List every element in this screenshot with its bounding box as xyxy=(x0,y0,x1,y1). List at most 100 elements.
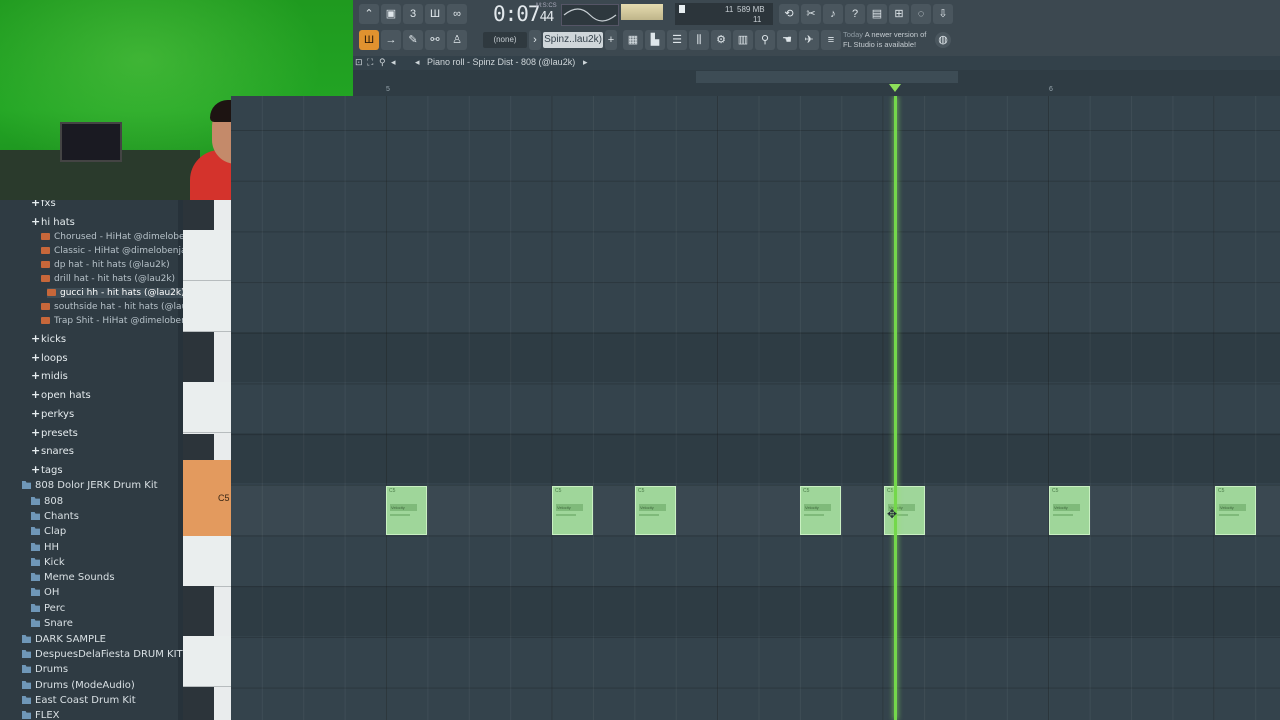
browser-item[interactable]: +hi hats xyxy=(31,215,75,228)
browser-item[interactable]: southside hat - hit hats (@lau2k) xyxy=(41,302,183,312)
note[interactable]: C5 Velocity xyxy=(552,486,593,535)
touch-keyboard-icon[interactable]: ☚ xyxy=(777,30,797,50)
browser-item[interactable]: DARK SAMPLE xyxy=(22,634,106,645)
piano-key[interactable] xyxy=(183,636,231,687)
draw-icon[interactable]: ✎ xyxy=(403,30,423,50)
channel-settings-icon[interactable]: ⚙ xyxy=(711,30,731,50)
undo-icon[interactable]: ⟲ xyxy=(779,4,799,24)
browser-item[interactable]: 808 xyxy=(31,496,63,507)
pattern-selector[interactable]: (none) xyxy=(483,32,527,48)
mixer-icon[interactable]: ⊞ xyxy=(889,4,909,24)
browser-item-label: OH xyxy=(44,587,60,598)
audio-file-icon xyxy=(41,317,50,324)
download-icon[interactable]: ⇩ xyxy=(933,4,953,24)
chat-icon[interactable]: ◌ xyxy=(911,4,931,24)
add-pattern-icon[interactable]: + xyxy=(605,30,617,50)
zoom-icon[interactable]: ⚲ xyxy=(379,57,386,68)
piano-roll-grid[interactable]: C5 Velocity C5 Velocity C5 Velocity C5 Velocity… xyxy=(231,96,1280,720)
piano-key[interactable] xyxy=(183,281,231,332)
note[interactable]: C5 Velocity xyxy=(635,486,676,535)
browser-item[interactable]: gucci hh - hit hats (@lau2k) xyxy=(47,288,183,298)
browser-item[interactable]: Clap xyxy=(31,526,66,537)
help-icon[interactable]: ? xyxy=(845,4,865,24)
browser-item[interactable]: +fxs xyxy=(31,200,56,209)
step-edit-icon[interactable]: ▣ xyxy=(381,4,401,24)
globe-icon[interactable]: ◍ xyxy=(935,32,951,48)
master-volume-meter[interactable] xyxy=(621,4,663,20)
loop-record-icon[interactable]: ∞ xyxy=(447,4,467,24)
cut-icon[interactable]: ✂ xyxy=(801,4,821,24)
browser-item[interactable]: +open hats xyxy=(31,388,91,401)
note-bar xyxy=(556,514,576,516)
browser-item[interactable]: +presets xyxy=(31,426,78,439)
arrow-left-icon[interactable]: ◂ xyxy=(415,57,420,68)
browser-item[interactable]: 808 Dolor JERK Drum Kit xyxy=(22,480,158,491)
speaker-icon[interactable]: ◂ xyxy=(391,57,396,68)
note[interactable]: C5 Velocity xyxy=(800,486,841,535)
news-icon[interactable]: ≡ xyxy=(821,30,841,50)
expand-icon[interactable]: ⛶ xyxy=(367,57,373,68)
browser-item[interactable]: Classic - HiHat @dimelobenjaa xyxy=(41,246,183,256)
link-icon[interactable]: ⚯ xyxy=(425,30,445,50)
browser-item[interactable]: FLEX xyxy=(22,710,60,720)
blend-notes-icon[interactable]: Ш xyxy=(425,4,445,24)
microphone-icon[interactable]: ♪ xyxy=(823,4,843,24)
browser-item[interactable]: Perc xyxy=(31,603,65,614)
piano-key-black[interactable] xyxy=(183,332,214,382)
channel-selector[interactable]: Spinz..lau2k) xyxy=(543,32,603,48)
browser-item[interactable]: Snare xyxy=(31,618,73,629)
piano-keyboard[interactable]: C5 xyxy=(183,200,231,720)
browser-item[interactable]: Chants xyxy=(31,511,79,522)
browser-item[interactable]: Meme Sounds xyxy=(31,572,115,583)
channel-rack-icon[interactable]: ☰ xyxy=(667,30,687,50)
countdown-icon[interactable]: 3 xyxy=(403,4,423,24)
browser-item[interactable]: +loops xyxy=(31,351,68,364)
arrow-right-icon[interactable]: ▸ xyxy=(583,57,588,68)
browser-item[interactable]: dp hat - hit hats (@lau2k) xyxy=(41,260,170,270)
browser-item[interactable]: +midis xyxy=(31,369,68,382)
mixer-window-icon[interactable]: ⫼ xyxy=(689,30,709,50)
polyphony-count: 11 xyxy=(753,15,762,24)
browser-item[interactable]: Chorused - HiHat @dimelobenjaa xyxy=(41,232,183,242)
piano-roll-titlebar[interactable]: ⊡ ⛶ ⚲ ◂ ◂ Piano roll - Spinz Dist - 808 … xyxy=(353,56,1280,70)
browser-item[interactable]: Kick xyxy=(31,557,65,568)
browser-item[interactable]: +snares xyxy=(31,444,74,457)
snap-icon[interactable]: Ш xyxy=(359,30,379,50)
playlist-icon[interactable]: ▦ xyxy=(623,30,643,50)
pin-icon[interactable]: ⊡ xyxy=(355,57,363,68)
save-icon[interactable]: ▤ xyxy=(867,4,887,24)
tempo-tap-icon[interactable]: ⌃ xyxy=(359,4,379,24)
note[interactable]: C5 Velocity xyxy=(1215,486,1256,535)
piano-key-black[interactable] xyxy=(183,200,214,230)
browser-item[interactable]: +perkys xyxy=(31,407,74,420)
note[interactable]: C5 Velocity xyxy=(386,486,427,535)
project-info-icon[interactable]: ✈ xyxy=(799,30,819,50)
browser-item[interactable]: DespuesDelaFiesta DRUM KIT xyxy=(22,649,183,660)
browser-icon[interactable]: ▥ xyxy=(733,30,753,50)
piano-key-black[interactable] xyxy=(183,434,214,460)
browser-item[interactable]: +kicks xyxy=(31,332,66,345)
browser-item[interactable]: HH xyxy=(31,542,59,553)
news-panel[interactable]: Today A newer version of FL Studio is av… xyxy=(843,30,943,54)
piano-key[interactable] xyxy=(183,382,231,433)
piano-key[interactable] xyxy=(183,536,231,587)
browser-item[interactable]: +tags xyxy=(31,463,63,476)
plugin-picker-icon[interactable]: ⚲ xyxy=(755,30,775,50)
piano-key-black[interactable] xyxy=(183,687,214,720)
timeline-overview[interactable] xyxy=(696,71,958,83)
piano-key[interactable] xyxy=(183,230,231,281)
piano-roll-timeline[interactable]: 5 6 xyxy=(353,70,1280,96)
browser-item[interactable]: Trap Shit - HiHat @dimelobenjaa ★ xyxy=(41,316,183,326)
browser-item[interactable]: Drums (ModeAudio) xyxy=(22,680,135,691)
piano-roll-icon[interactable]: ▙ xyxy=(645,30,665,50)
browser-item[interactable]: Drums xyxy=(22,664,68,675)
pattern-arrow-icon[interactable]: › xyxy=(529,30,541,50)
browser-item[interactable]: East Coast Drum Kit xyxy=(22,695,136,706)
note[interactable]: C5 Velocity xyxy=(1049,486,1090,535)
browser-item[interactable]: OH xyxy=(31,587,59,598)
playhead-marker-icon[interactable] xyxy=(889,84,901,92)
browser-item[interactable]: drill hat - hit hats (@lau2k) xyxy=(41,274,175,284)
piano-key-black[interactable] xyxy=(183,586,214,636)
arrow-icon[interactable]: → xyxy=(381,30,401,50)
metronome-icon[interactable]: ♙ xyxy=(447,30,467,50)
